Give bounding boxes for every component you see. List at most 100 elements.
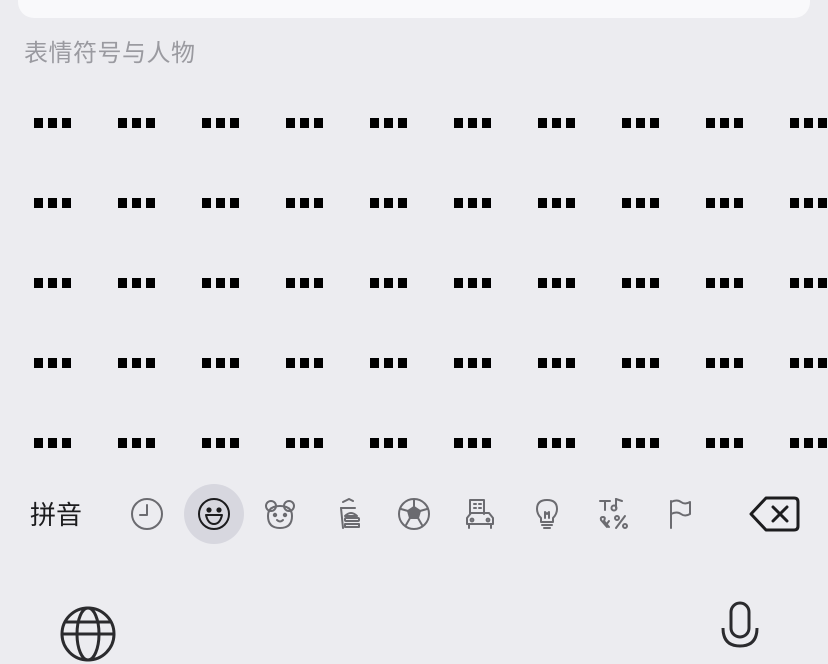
emoji-key[interactable] xyxy=(34,198,118,278)
emoji-placeholder-glyph xyxy=(454,118,492,128)
emoji-key[interactable] xyxy=(538,118,622,198)
emoji-key[interactable] xyxy=(622,198,706,278)
emoji-placeholder-glyph xyxy=(370,278,408,288)
emoji-key[interactable] xyxy=(370,118,454,198)
emoji-placeholder-glyph xyxy=(706,198,744,208)
emoji-placeholder-glyph xyxy=(622,118,660,128)
emoji-placeholder-glyph xyxy=(286,278,324,288)
emoji-placeholder-glyph xyxy=(622,198,660,208)
emoji-placeholder-glyph xyxy=(286,358,324,368)
emoji-placeholder-glyph xyxy=(34,358,72,368)
emoji-placeholder-glyph xyxy=(34,198,72,208)
emoji-key[interactable] xyxy=(286,358,370,438)
emoji-key[interactable] xyxy=(790,278,828,358)
emoji-placeholder-glyph xyxy=(538,198,576,208)
emoji-key[interactable] xyxy=(790,358,828,438)
food-icon xyxy=(340,498,360,529)
emoji-key[interactable] xyxy=(118,358,202,438)
emoji-key[interactable] xyxy=(454,358,538,438)
emoji-placeholder-glyph xyxy=(370,118,408,128)
emoji-placeholder-glyph xyxy=(202,198,240,208)
emoji-placeholder-glyph xyxy=(790,118,828,128)
emoji-placeholder-glyph xyxy=(202,278,240,288)
emoji-key[interactable] xyxy=(118,118,202,198)
emoji-placeholder-glyph xyxy=(202,118,240,128)
emoji-key[interactable] xyxy=(286,278,370,358)
emoji-key[interactable] xyxy=(706,358,790,438)
bear-icon xyxy=(265,500,295,529)
emoji-key[interactable] xyxy=(706,278,790,358)
emoji-key[interactable] xyxy=(538,198,622,278)
emoji-placeholder-glyph xyxy=(118,278,156,288)
category-activity[interactable] xyxy=(384,484,444,544)
emoji-placeholder-glyph xyxy=(790,438,828,448)
emoji-placeholder-glyph xyxy=(454,278,492,288)
emoji-key[interactable] xyxy=(202,358,286,438)
pinyin-keyboard-switch[interactable]: 拼音 xyxy=(30,495,82,532)
category-symbols[interactable] xyxy=(584,484,644,544)
emoji-key[interactable] xyxy=(202,278,286,358)
emoji-placeholder-glyph xyxy=(34,278,72,288)
emoji-key[interactable] xyxy=(622,278,706,358)
emoji-placeholder-glyph xyxy=(790,198,828,208)
emoji-key[interactable] xyxy=(286,198,370,278)
symbols-icon xyxy=(599,498,628,529)
emoji-key[interactable] xyxy=(538,278,622,358)
category-animals[interactable] xyxy=(250,484,310,544)
emoji-key[interactable] xyxy=(202,118,286,198)
emoji-placeholder-glyph xyxy=(34,118,72,128)
delete-icon[interactable] xyxy=(748,494,800,534)
lightbulb-icon xyxy=(536,499,558,529)
emoji-key[interactable] xyxy=(370,358,454,438)
emoji-placeholder-glyph xyxy=(286,438,324,448)
category-food[interactable] xyxy=(317,484,377,544)
car-building-icon xyxy=(466,499,494,529)
flag-icon xyxy=(670,499,691,529)
emoji-placeholder-glyph xyxy=(706,358,744,368)
emoji-placeholder-glyph xyxy=(370,358,408,368)
emoji-key[interactable] xyxy=(622,358,706,438)
emoji-key[interactable] xyxy=(286,118,370,198)
emoji-key[interactable] xyxy=(454,118,538,198)
emoji-key[interactable] xyxy=(34,358,118,438)
emoji-key[interactable] xyxy=(622,118,706,198)
emoji-placeholder-glyph xyxy=(370,198,408,208)
category-recent[interactable] xyxy=(117,484,177,544)
emoji-placeholder-glyph xyxy=(286,198,324,208)
emoji-key[interactable] xyxy=(454,278,538,358)
emoji-key[interactable] xyxy=(706,118,790,198)
emoji-placeholder-glyph xyxy=(706,278,744,288)
emoji-key[interactable] xyxy=(118,198,202,278)
emoji-placeholder-glyph xyxy=(202,358,240,368)
emoji-key[interactable] xyxy=(454,198,538,278)
microphone-icon[interactable] xyxy=(718,600,762,660)
emoji-placeholder-glyph xyxy=(454,438,492,448)
emoji-placeholder-glyph xyxy=(790,358,828,368)
emoji-key[interactable] xyxy=(370,278,454,358)
emoji-placeholder-glyph xyxy=(118,198,156,208)
emoji-key[interactable] xyxy=(706,198,790,278)
emoji-key[interactable] xyxy=(118,278,202,358)
emoji-key[interactable] xyxy=(538,358,622,438)
emoji-placeholder-glyph xyxy=(538,358,576,368)
category-smileys[interactable] xyxy=(184,484,244,544)
category-flags[interactable] xyxy=(650,484,710,544)
emoji-placeholder-glyph xyxy=(286,118,324,128)
emoji-key[interactable] xyxy=(790,118,828,198)
clock-icon xyxy=(131,498,163,530)
emoji-placeholder-glyph xyxy=(538,438,576,448)
emoji-placeholder-glyph xyxy=(622,278,660,288)
emoji-placeholder-glyph xyxy=(538,118,576,128)
globe-icon[interactable] xyxy=(58,604,118,664)
emoji-placeholder-glyph xyxy=(706,438,744,448)
emoji-placeholder-glyph xyxy=(538,278,576,288)
emoji-key[interactable] xyxy=(34,118,118,198)
emoji-placeholder-glyph xyxy=(370,438,408,448)
emoji-key[interactable] xyxy=(34,278,118,358)
category-objects[interactable] xyxy=(517,484,577,544)
emoji-key[interactable] xyxy=(202,198,286,278)
emoji-placeholder-glyph xyxy=(790,278,828,288)
category-travel[interactable] xyxy=(450,484,510,544)
emoji-key[interactable] xyxy=(790,198,828,278)
emoji-key[interactable] xyxy=(370,198,454,278)
